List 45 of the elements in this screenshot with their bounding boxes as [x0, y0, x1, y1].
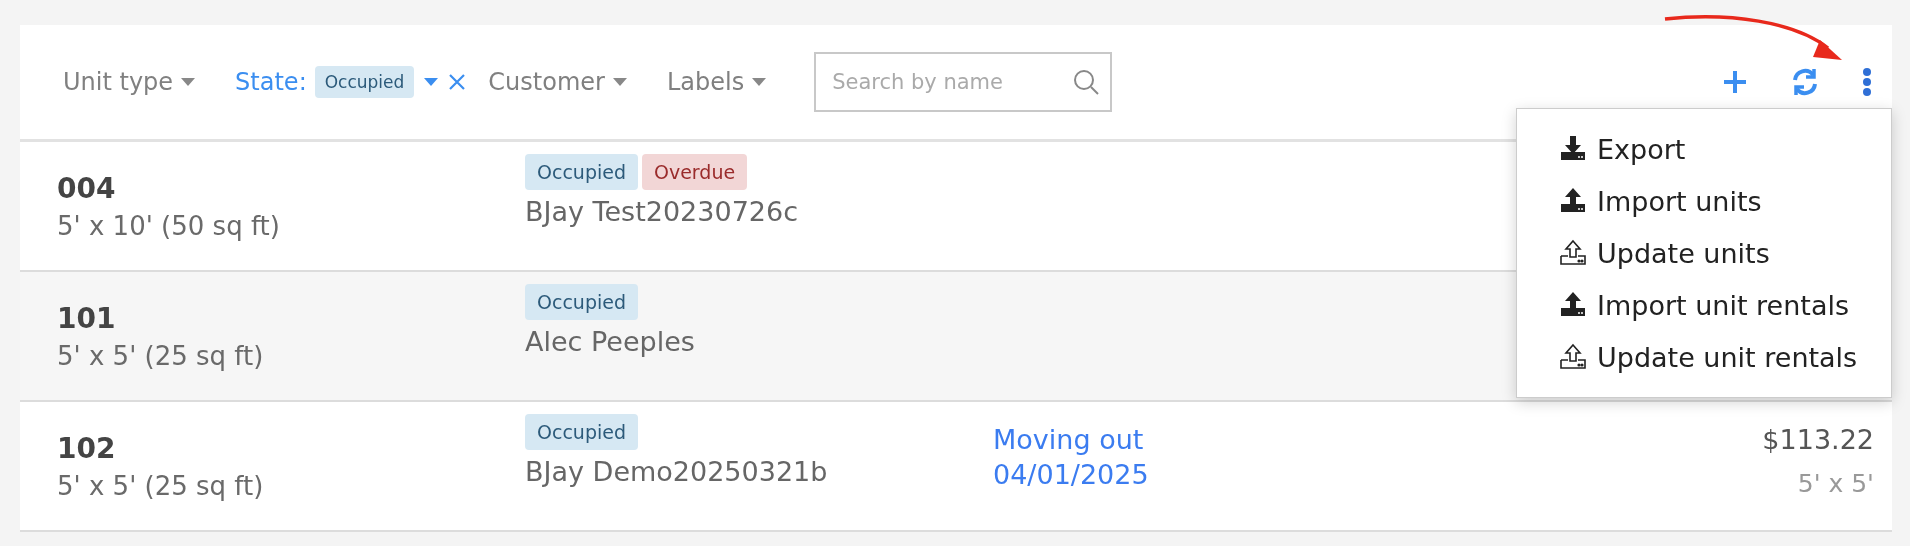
menu-item[interactable]: Import units [1517, 175, 1891, 227]
add-button[interactable] [1722, 69, 1748, 95]
customer-name: BJay Demo20250321b [525, 456, 829, 487]
unit-dimensions: 5' x 5' [1797, 469, 1874, 498]
more-button[interactable] [1862, 68, 1872, 96]
unit-number: 102 [57, 432, 117, 465]
unit-size: 5' x 5' (25 sq ft) [57, 341, 265, 371]
upload-icon [1559, 343, 1587, 371]
menu-item[interactable]: Import unit rentals [1517, 279, 1891, 331]
refresh-button[interactable] [1790, 67, 1820, 97]
move-out-text: Moving out [993, 424, 1145, 455]
more-icon [1862, 68, 1872, 96]
search-field[interactable]: Search by name [814, 52, 1113, 112]
caret-icon [752, 78, 767, 86]
caret-icon [424, 78, 439, 86]
menu-item[interactable]: Update unit rentals [1517, 331, 1891, 383]
status-tag: Occupied [525, 154, 638, 190]
caret-icon [181, 78, 196, 86]
unit-size: 5' x 5' (25 sq ft) [57, 471, 265, 501]
upload-icon [1559, 239, 1587, 267]
unit-number: 101 [57, 302, 117, 335]
price: $113.22 [1762, 424, 1874, 455]
filter-chip: Occupied [314, 66, 415, 98]
clear-button[interactable] [448, 73, 467, 91]
refresh-icon [1790, 67, 1820, 97]
filter-dropdown[interactable]: Unit type [63, 68, 196, 96]
status-tag: Occupied [525, 284, 638, 320]
upload-icon [1559, 187, 1587, 215]
filter-dropdown[interactable]: Customer [488, 68, 627, 96]
upload-icon [1559, 291, 1587, 319]
caret-icon [612, 78, 627, 86]
plus-icon [1722, 69, 1748, 95]
caret-button[interactable] [424, 78, 439, 86]
customer-name: BJay Test20230726c [525, 196, 800, 227]
customer-name: Alec Peeples [525, 326, 696, 357]
download-icon [1559, 135, 1587, 163]
status-tag: Overdue [642, 154, 748, 190]
search-icon [1072, 68, 1101, 96]
close-icon [448, 73, 467, 91]
filter-dropdown[interactable]: Labels [666, 68, 767, 96]
move-out-text: 04/01/2025 [993, 459, 1150, 490]
status-tag: Occupied [525, 414, 638, 450]
filter-label: State: [235, 68, 307, 96]
unit-number: 004 [57, 172, 117, 205]
unit-size: 5' x 10' (50 sq ft) [57, 211, 281, 241]
